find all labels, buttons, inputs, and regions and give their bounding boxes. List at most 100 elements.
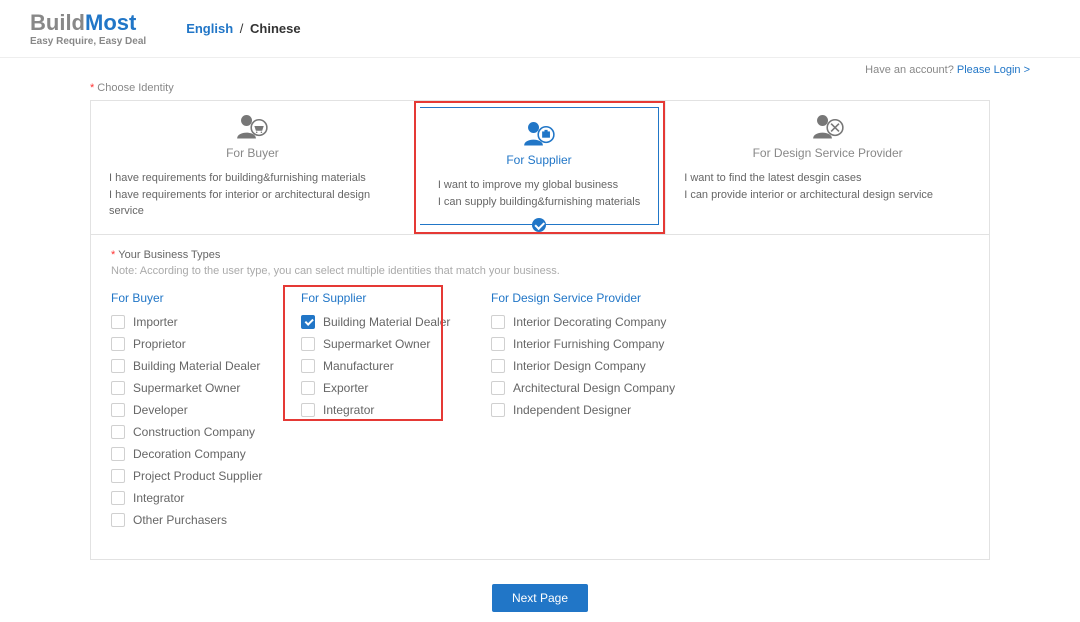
checkbox[interactable] (301, 403, 315, 417)
checkbox-row[interactable]: Project Product Supplier (111, 469, 281, 483)
card-design-line1: I want to find the latest desgin cases (684, 170, 971, 187)
checkbox-label: Manufacturer (323, 359, 394, 373)
card-buyer[interactable]: For Buyer I have requirements for buildi… (91, 101, 414, 234)
column-buyer-title: For Buyer (111, 291, 281, 305)
card-design-title: For Design Service Provider (684, 146, 971, 160)
checkbox-row[interactable]: Proprietor (111, 337, 281, 351)
header: BuildMost Easy Require, Easy Deal Englis… (0, 0, 1080, 58)
checkbox-row[interactable]: Decoration Company (111, 447, 281, 461)
card-buyer-line1: I have requirements for building&furnish… (109, 170, 396, 187)
checkbox-label: Architectural Design Company (513, 381, 675, 395)
card-supplier-title: For Supplier (438, 153, 640, 167)
checkbox-label: Independent Designer (513, 403, 631, 417)
required-asterisk: * (111, 249, 115, 261)
checkbox-row[interactable]: Building Material Dealer (301, 315, 471, 329)
checkbox[interactable] (491, 315, 505, 329)
checkbox[interactable] (111, 381, 125, 395)
checkbox-label: Supermarket Owner (323, 337, 430, 351)
checkbox[interactable] (111, 491, 125, 505)
checkbox[interactable] (111, 447, 125, 461)
checkbox-label: Integrator (323, 403, 374, 417)
checkbox-label: Integrator (133, 491, 184, 505)
checkbox-row[interactable]: Manufacturer (301, 359, 471, 373)
checkbox-label: Construction Company (133, 425, 255, 439)
design-icon (684, 113, 971, 142)
login-link[interactable]: Please Login > (957, 64, 1030, 76)
checkbox[interactable] (111, 315, 125, 329)
language-switcher: English / Chinese (186, 21, 300, 36)
checkbox-row[interactable]: Other Purchasers (111, 513, 281, 527)
card-design[interactable]: For Design Service Provider I want to fi… (665, 101, 989, 234)
card-supplier-wrapper: For Supplier I want to improve my global… (414, 101, 665, 234)
card-supplier[interactable]: For Supplier I want to improve my global… (420, 107, 659, 225)
checkbox[interactable] (111, 469, 125, 483)
checkbox-row[interactable]: Exporter (301, 381, 471, 395)
checkbox[interactable] (301, 315, 315, 329)
checkbox-label: Project Product Supplier (133, 469, 262, 483)
footer: Next Page (90, 560, 990, 622)
selected-check-icon (532, 218, 546, 232)
card-buyer-title: For Buyer (109, 146, 396, 160)
checkbox-row[interactable]: Independent Designer (491, 403, 949, 417)
identity-label: *Choose Identity (90, 76, 990, 100)
have-account-text: Have an account? (865, 64, 957, 76)
logo[interactable]: BuildMost Easy Require, Easy Deal (30, 10, 146, 47)
checkbox-label: Developer (133, 403, 188, 417)
checkbox[interactable] (301, 337, 315, 351)
checkbox-row[interactable]: Integrator (301, 403, 471, 417)
lang-separator: / (240, 21, 244, 36)
card-buyer-line2: I have requirements for interior or arch… (109, 187, 396, 220)
checkbox-label: Proprietor (133, 337, 186, 351)
card-supplier-line2: I can supply building&furnishing materia… (438, 194, 640, 211)
next-page-button[interactable]: Next Page (492, 584, 588, 612)
checkbox[interactable] (491, 359, 505, 373)
checkbox-row[interactable]: Architectural Design Company (491, 381, 949, 395)
checkbox-row[interactable]: Supermarket Owner (111, 381, 281, 395)
column-supplier: For Supplier Building Material DealerSup… (301, 291, 491, 535)
checkbox[interactable] (111, 359, 125, 373)
business-types-section: *Your Business Types Note: According to … (90, 235, 990, 560)
checkbox-row[interactable]: Supermarket Owner (301, 337, 471, 351)
checkbox[interactable] (301, 359, 315, 373)
checkbox-label: Exporter (323, 381, 368, 395)
lang-chinese[interactable]: Chinese (250, 21, 301, 36)
checkbox-row[interactable]: Building Material Dealer (111, 359, 281, 373)
checkbox-row[interactable]: Integrator (111, 491, 281, 505)
checkbox-label: Decoration Company (133, 447, 246, 461)
column-design-title: For Design Service Provider (491, 291, 949, 305)
business-types-label: *Your Business Types (111, 249, 969, 261)
checkbox-label: Interior Design Company (513, 359, 646, 373)
card-supplier-line1: I want to improve my global business (438, 177, 640, 194)
checkbox[interactable] (301, 381, 315, 395)
checkbox[interactable] (111, 513, 125, 527)
checkbox-label: Other Purchasers (133, 513, 227, 527)
checkbox[interactable] (111, 425, 125, 439)
business-types-columns: For Buyer Importer Proprietor Building Mat… (111, 291, 969, 535)
checkbox-row[interactable]: Interior Furnishing Company (491, 337, 949, 351)
checkbox-row[interactable]: Interior Design Company (491, 359, 949, 373)
checkbox[interactable] (491, 381, 505, 395)
logo-tagline: Easy Require, Easy Deal (30, 36, 146, 47)
checkbox-row[interactable]: Construction Company (111, 425, 281, 439)
checkbox-row[interactable]: Developer (111, 403, 281, 417)
checkbox-label: Interior Furnishing Company (513, 337, 664, 351)
checkbox[interactable] (491, 403, 505, 417)
required-asterisk: * (90, 82, 94, 94)
checkbox[interactable] (491, 337, 505, 351)
column-buyer: For Buyer Importer Proprietor Building Mat… (111, 291, 301, 535)
identity-cards: For Buyer I have requirements for buildi… (90, 100, 990, 235)
checkbox-row[interactable]: Interior Decorating Company (491, 315, 949, 329)
checkbox[interactable] (111, 337, 125, 351)
account-hint: Have an account? Please Login > (0, 58, 1080, 76)
business-types-note: Note: According to the user type, you ca… (111, 265, 969, 277)
logo-build: Build (30, 10, 85, 35)
lang-english[interactable]: English (186, 21, 233, 36)
checkbox-row[interactable]: Importer (111, 315, 281, 329)
checkbox-label: Interior Decorating Company (513, 315, 666, 329)
logo-most: Most (85, 10, 136, 35)
checkbox-label: Building Material Dealer (133, 359, 260, 373)
supplier-icon (438, 120, 640, 149)
checkbox[interactable] (111, 403, 125, 417)
card-design-line2: I can provide interior or architectural … (684, 187, 971, 204)
checkbox-label: Supermarket Owner (133, 381, 240, 395)
